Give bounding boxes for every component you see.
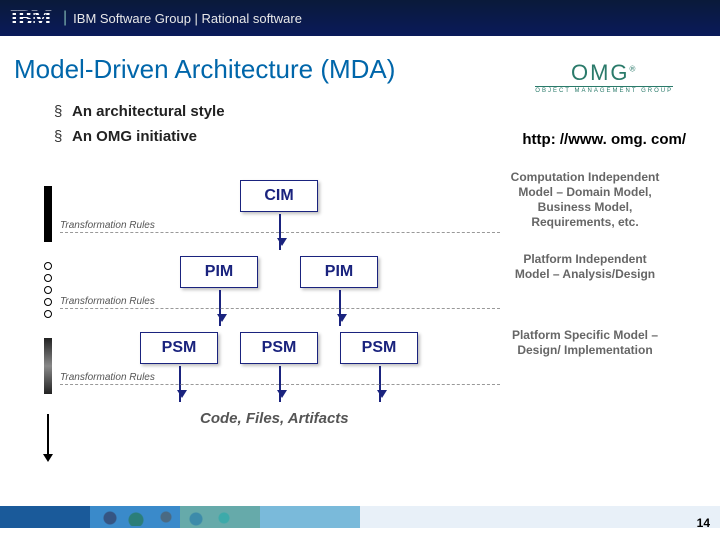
diagram-box-cim: CIM [240,180,318,212]
divider [60,384,500,385]
header-bar: IBM | IBM Software Group | Rational soft… [0,0,720,36]
row-desc: Platform Specific Model – Design/ Implem… [510,328,660,358]
omg-logo: OMG® OBJECT MANAGEMENT GROUP [529,58,679,94]
ibm-logo: IBM [8,5,53,31]
omg-logo-sub: OBJECT MANAGEMENT GROUP [535,86,673,94]
footer-bar [0,502,720,532]
omg-logo-main: OMG [571,60,630,85]
row-desc: Platform Independent Model – Analysis/De… [510,252,660,282]
diagram-box-psm: PSM [140,332,218,364]
mda-diagram: CIM Transformation Rules Computation Ind… [60,180,660,480]
page-number: 14 [697,516,710,530]
header-group-text: IBM Software Group | Rational software [73,11,302,26]
row-desc: Computation Independent Model – Domain M… [510,170,660,230]
divider [60,308,500,309]
diagram-box-pim: PIM [180,256,258,288]
header-separator: | [63,9,67,27]
omg-url: http: //www. omg. com/ [522,131,686,148]
diagram-output: Code, Files, Artifacts [200,410,349,427]
rule-label: Transformation Rules [60,296,155,307]
rule-label: Transformation Rules [60,220,155,231]
diagram-box-psm: PSM [340,332,418,364]
diagram-side-indicator [44,186,52,462]
footer-decoration [0,506,720,528]
divider [60,232,500,233]
diagram-box-pim: PIM [300,256,378,288]
diagram-box-psm: PSM [240,332,318,364]
omg-area: OMG® OBJECT MANAGEMENT GROUP http: //www… [522,58,686,148]
rule-label: Transformation Rules [60,372,155,383]
